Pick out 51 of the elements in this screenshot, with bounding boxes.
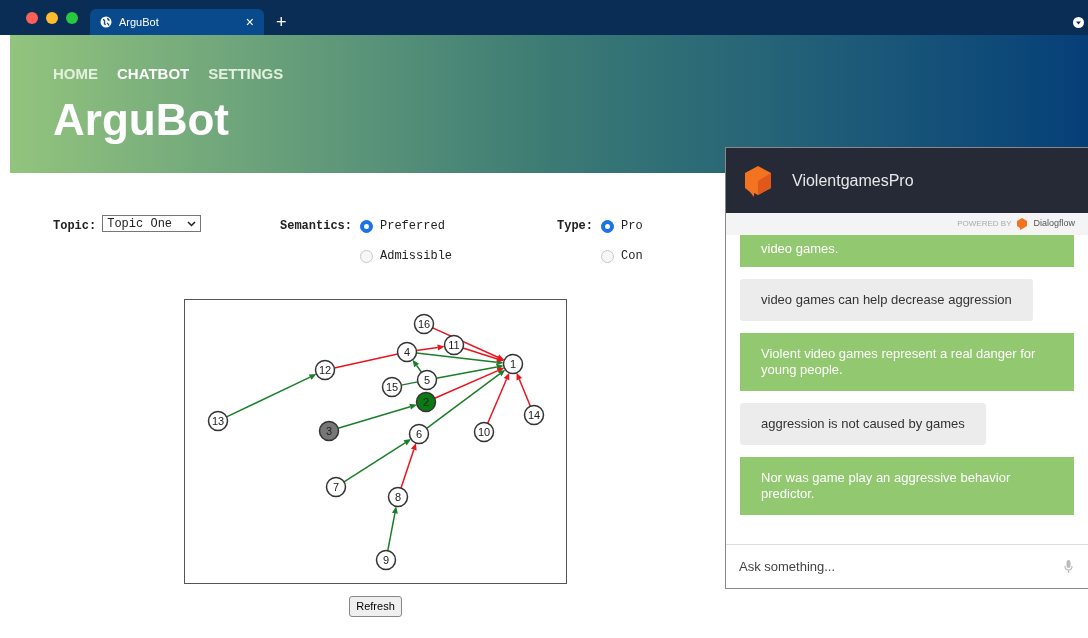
minimize-window-icon[interactable] [46, 11, 58, 24]
graph-node: 9 [375, 549, 397, 571]
radio-button[interactable] [601, 249, 614, 263]
refresh-button[interactable]: Refresh [349, 596, 402, 617]
option-label[interactable]: Admissible [380, 247, 453, 265]
graph-node: 10 [473, 421, 495, 443]
option-label[interactable]: Preferred [380, 217, 445, 235]
radio-button[interactable] [360, 249, 373, 263]
chat-title: ViolentgamesPro [792, 170, 914, 191]
graph-node: 13 [207, 410, 229, 432]
graph-node: 12 [314, 359, 336, 381]
dropdown-icon[interactable] [1073, 17, 1084, 28]
graph-node: 6 [408, 423, 430, 445]
radio-button[interactable] [360, 219, 373, 233]
topic-select[interactable]: Topic One [102, 215, 202, 232]
tab-title: ArguBot [119, 14, 160, 30]
graph-node: 4 [396, 341, 418, 363]
globe-icon [100, 16, 112, 28]
close-window-icon[interactable] [26, 11, 38, 24]
bot-message: Violent video games represent a real danger for young people. [740, 333, 1074, 391]
graph-node: 2 [415, 391, 437, 413]
graph-node: 8 [387, 486, 409, 508]
dialogflow-logo-icon [1017, 218, 1028, 230]
new-tab-button[interactable]: + [276, 13, 287, 31]
graph-node: 14 [523, 404, 545, 426]
graph-node: 5 [416, 369, 438, 391]
radio-button[interactable] [601, 219, 614, 233]
bot-message: video games. [740, 235, 1074, 267]
chat-input[interactable]: Ask something... [726, 544, 1088, 588]
field-label: Type: [557, 218, 593, 235]
graph-node: 15 [381, 376, 403, 398]
message-input[interactable]: Ask something... [739, 556, 1019, 577]
page-title: ArguBot [53, 95, 230, 144]
option-label[interactable]: Con [621, 247, 643, 265]
user-message: video games can help decrease aggression [740, 279, 1033, 321]
browser-tab[interactable]: ArguBot × [90, 9, 264, 35]
field-label: Topic: [53, 218, 97, 235]
cube-chat-icon [744, 164, 772, 197]
tab-close-button[interactable]: × [245, 15, 254, 29]
bot-message: Nor was game play an aggressive behavior predictor. [740, 457, 1074, 515]
chevron-down-icon [187, 220, 197, 227]
graph-node: 11 [443, 334, 465, 356]
option-label[interactable]: Pro [621, 217, 643, 235]
field-label: Semantics: [280, 218, 352, 235]
graph-node: 3 [318, 420, 340, 442]
graph-node: 1 [502, 353, 524, 375]
brand-name: Dialogflow [1033, 217, 1075, 231]
graph-node: 7 [325, 476, 347, 498]
graph-node: 16 [413, 313, 435, 335]
maximize-window-icon[interactable] [66, 11, 78, 24]
user-message: aggression is not caused by games [740, 403, 986, 445]
